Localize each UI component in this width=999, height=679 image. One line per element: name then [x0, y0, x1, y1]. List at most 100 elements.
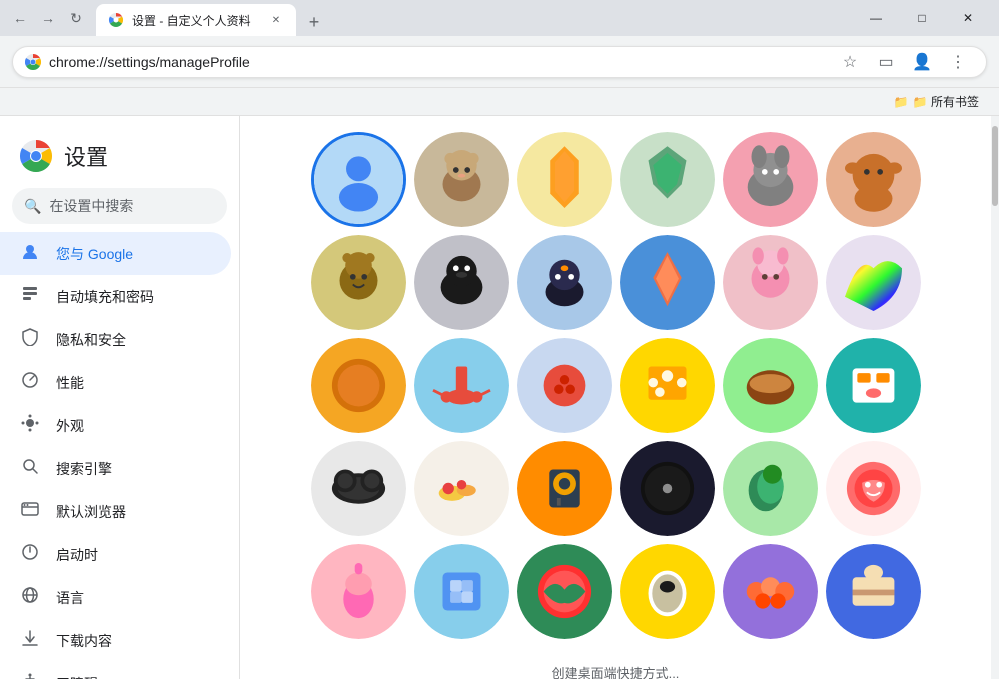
- avatar-svg-23: [826, 441, 921, 536]
- search-input[interactable]: [49, 198, 230, 214]
- avatar-item-14[interactable]: [517, 338, 612, 433]
- sidebar-item-language[interactable]: 语言: [0, 576, 231, 619]
- sidebar-search-bar[interactable]: 🔍: [12, 188, 227, 224]
- sidebar-item-performance[interactable]: 性能: [0, 361, 231, 404]
- avatar-item-9[interactable]: [620, 235, 715, 330]
- avatar-item-23[interactable]: [826, 441, 921, 536]
- reload-button[interactable]: ↻: [64, 6, 88, 30]
- settings-sidebar: 设置 🔍 您与 Google 自动填充和密码隐私和安全性能外观搜索引擎默认浏览器启…: [0, 116, 240, 679]
- avatar-item-11[interactable]: [826, 235, 921, 330]
- avatar-svg-18: [311, 441, 406, 536]
- sidebar-label-autofill: 自动填充和密码: [56, 287, 154, 307]
- avatar-svg-29: [826, 544, 921, 639]
- avatar-item-18[interactable]: [311, 441, 406, 536]
- avatar-svg-15: [620, 338, 715, 433]
- avatar-item-2[interactable]: [517, 132, 612, 227]
- avatar-item-16[interactable]: [723, 338, 818, 433]
- avatar-svg-12: [311, 338, 406, 433]
- sidebar-item-browser[interactable]: 默认浏览器: [0, 490, 231, 533]
- sidebar-label-google: 您与 Google: [56, 244, 133, 264]
- avatar-svg-26: [517, 544, 612, 639]
- avatar-item-0[interactable]: [311, 132, 406, 227]
- all-bookmarks-label: 📁 所有书签: [913, 93, 979, 110]
- right-scrollbar[interactable]: [991, 116, 999, 679]
- sidebar-item-privacy[interactable]: 隐私和安全: [0, 318, 231, 361]
- sidebar-item-appearance[interactable]: 外观: [0, 404, 231, 447]
- all-bookmarks[interactable]: 📁 📁 所有书签: [886, 91, 987, 112]
- sidebar-item-google[interactable]: 您与 Google: [0, 232, 231, 275]
- active-tab[interactable]: 设置 - 自定义个人资料 ✕: [96, 4, 296, 36]
- bookmark-star-button[interactable]: ☆: [834, 46, 866, 78]
- privacy-icon: [20, 328, 40, 351]
- avatar-item-5[interactable]: [826, 132, 921, 227]
- avatar-item-1[interactable]: [414, 132, 509, 227]
- avatar-svg-5: [826, 132, 921, 227]
- sidebar-label-startup: 启动时: [56, 545, 98, 565]
- appearance-icon: [20, 414, 40, 437]
- avatar-item-15[interactable]: [620, 338, 715, 433]
- avatar-item-21[interactable]: [620, 441, 715, 536]
- performance-icon: [20, 371, 40, 394]
- address-actions: ☆ ▭ 👤 ⋮: [834, 46, 974, 78]
- avatar-item-26[interactable]: [517, 544, 612, 639]
- scrollbar-thumb[interactable]: [992, 126, 998, 206]
- sidebar-item-search[interactable]: 搜索引擎: [0, 447, 231, 490]
- avatar-svg-22: [723, 441, 818, 536]
- new-tab-button[interactable]: +: [300, 8, 328, 36]
- avatar-item-3[interactable]: [620, 132, 715, 227]
- sidebar-item-downloads[interactable]: 下载内容: [0, 619, 231, 662]
- avatar-svg-9: [620, 235, 715, 330]
- back-button[interactable]: ←: [8, 6, 32, 30]
- sidebar-item-accessibility[interactable]: 无障碍: [0, 662, 231, 679]
- avatar-svg-24: [311, 544, 406, 639]
- forward-button[interactable]: →: [36, 6, 60, 30]
- menu-button[interactable]: ⋮: [942, 46, 974, 78]
- avatar-svg-2: [517, 132, 612, 227]
- avatar-svg-20: [517, 441, 612, 536]
- avatar-item-25[interactable]: [414, 544, 509, 639]
- sidebar-label-language: 语言: [56, 588, 84, 608]
- search-icon: 🔍: [24, 198, 41, 215]
- avatar-svg-25: [414, 544, 509, 639]
- address-input-wrap[interactable]: chrome://settings/manageProfile ☆ ▭ 👤 ⋮: [12, 46, 987, 78]
- avatar-item-12[interactable]: [311, 338, 406, 433]
- sidebar-label-privacy: 隐私和安全: [56, 330, 126, 350]
- chrome-icon: [25, 54, 41, 70]
- avatar-item-19[interactable]: [414, 441, 509, 536]
- avatar-item-6[interactable]: [311, 235, 406, 330]
- avatar-item-29[interactable]: [826, 544, 921, 639]
- avatar-item-24[interactable]: [311, 544, 406, 639]
- startup-icon: [20, 543, 40, 566]
- sidebar-item-startup[interactable]: 启动时: [0, 533, 231, 576]
- avatar-item-28[interactable]: [723, 544, 818, 639]
- accessibility-icon: [20, 672, 40, 679]
- settings-title: 设置: [64, 140, 108, 172]
- avatar-svg-19: [414, 441, 509, 536]
- tab-title: 设置 - 自定义个人资料: [132, 12, 260, 29]
- window-controls-left: ← → ↻: [8, 6, 88, 30]
- title-bar: ← → ↻ 设置 - 自定义个人资料 ✕ +: [0, 0, 999, 36]
- reader-mode-button[interactable]: ▭: [870, 46, 902, 78]
- avatar-svg-16: [723, 338, 818, 433]
- tab-close-button[interactable]: ✕: [268, 12, 284, 28]
- sidebar-label-performance: 性能: [56, 373, 84, 393]
- sidebar-item-autofill[interactable]: 自动填充和密码: [0, 275, 231, 318]
- avatar-item-17[interactable]: [826, 338, 921, 433]
- avatar-item-13[interactable]: [414, 338, 509, 433]
- folder-icon: 📁: [894, 95, 909, 109]
- avatar-item-4[interactable]: [723, 132, 818, 227]
- minimize-button[interactable]: —: [853, 2, 899, 34]
- profile-button[interactable]: 👤: [906, 46, 938, 78]
- address-bar: chrome://settings/manageProfile ☆ ▭ 👤 ⋮: [0, 36, 999, 88]
- close-button[interactable]: ✕: [945, 2, 991, 34]
- avatar-item-27[interactable]: [620, 544, 715, 639]
- avatar-item-8[interactable]: [517, 235, 612, 330]
- avatar-item-10[interactable]: [723, 235, 818, 330]
- downloads-icon: [20, 629, 40, 652]
- avatar-item-7[interactable]: [414, 235, 509, 330]
- avatar-svg-11: [826, 235, 921, 330]
- avatar-item-22[interactable]: [723, 441, 818, 536]
- avatar-item-20[interactable]: [517, 441, 612, 536]
- avatars-grid: [240, 116, 991, 655]
- maximize-button[interactable]: □: [899, 2, 945, 34]
